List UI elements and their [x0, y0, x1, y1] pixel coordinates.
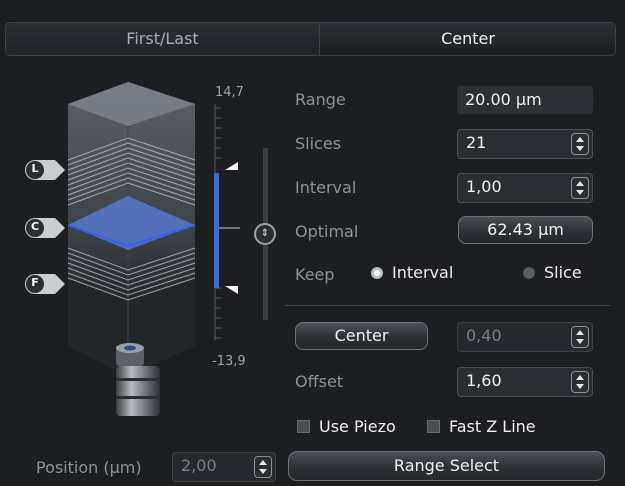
slices-value: 21: [466, 133, 487, 152]
position-label: Position (µm): [36, 458, 142, 477]
fast-z-line-label: Fast Z Line: [449, 417, 536, 436]
offset-label: Offset: [295, 372, 344, 391]
center-marker-label: C: [30, 220, 40, 233]
center-marker-icon: [25, 218, 65, 238]
interval-label: Interval: [295, 178, 357, 197]
keep-interval-option[interactable]: Interval: [371, 263, 453, 282]
keep-slice-label: Slice: [544, 263, 582, 282]
center-button[interactable]: Center: [295, 322, 428, 350]
scale-top-label: 14,7: [215, 85, 244, 100]
offset-spinbox[interactable]: 1,60: [457, 367, 593, 397]
fast-z-line-option[interactable]: Fast Z Line: [427, 417, 536, 436]
optimal-button[interactable]: 62.43 µm: [458, 216, 593, 244]
position-stepper-icon: [254, 456, 272, 478]
keep-slice-radio[interactable]: [523, 266, 535, 279]
use-piezo-option[interactable]: Use Piezo: [297, 417, 396, 436]
interval-spinbox[interactable]: 1,00: [457, 173, 593, 203]
interval-value: 1,00: [466, 177, 502, 196]
use-piezo-label: Use Piezo: [319, 417, 396, 436]
first-marker-label: F: [31, 276, 39, 289]
fast-z-line-checkbox[interactable]: [427, 420, 440, 433]
keep-interval-label: Interval: [392, 263, 454, 282]
range-label: Range: [295, 90, 346, 109]
last-marker-icon: [25, 160, 65, 180]
range-select-button[interactable]: Range Select: [288, 451, 605, 481]
last-marker-label: L: [31, 162, 39, 175]
slices-stepper-icon[interactable]: [571, 133, 589, 155]
slices-spinbox[interactable]: 21: [457, 129, 593, 159]
section-divider: [285, 305, 610, 306]
center-value: 0,40: [466, 326, 502, 345]
position-spinbox: 2,00: [172, 452, 276, 482]
first-marker-icon: [25, 274, 65, 294]
keep-slice-option[interactable]: Slice: [523, 263, 582, 282]
keep-interval-radio[interactable]: [371, 266, 383, 279]
interval-stepper-icon[interactable]: [571, 177, 589, 199]
mode-tabs: First/Last Center: [5, 22, 616, 56]
offset-value: 1,60: [466, 371, 502, 390]
tab-first-last[interactable]: First/Last: [6, 23, 319, 55]
center-marker[interactable]: C: [22, 215, 66, 245]
scale-bottom-label: -13,9: [212, 354, 246, 369]
optimal-label: Optimal: [295, 222, 359, 241]
center-stepper-icon: [571, 326, 589, 348]
tab-center[interactable]: Center: [319, 23, 615, 55]
position-slider-knob[interactable]: ⇕: [254, 223, 276, 245]
keep-label: Keep: [295, 265, 335, 284]
first-marker[interactable]: F: [22, 271, 66, 301]
range-value: 20.00 µm: [457, 86, 593, 114]
center-value-spinbox: 0,40: [457, 322, 593, 352]
slices-label: Slices: [295, 134, 342, 153]
z-stack-graphic: [67, 82, 268, 416]
use-piezo-checkbox[interactable]: [297, 420, 310, 433]
offset-stepper-icon[interactable]: [571, 371, 589, 393]
position-value: 2,00: [181, 456, 217, 475]
last-marker[interactable]: L: [22, 157, 66, 187]
